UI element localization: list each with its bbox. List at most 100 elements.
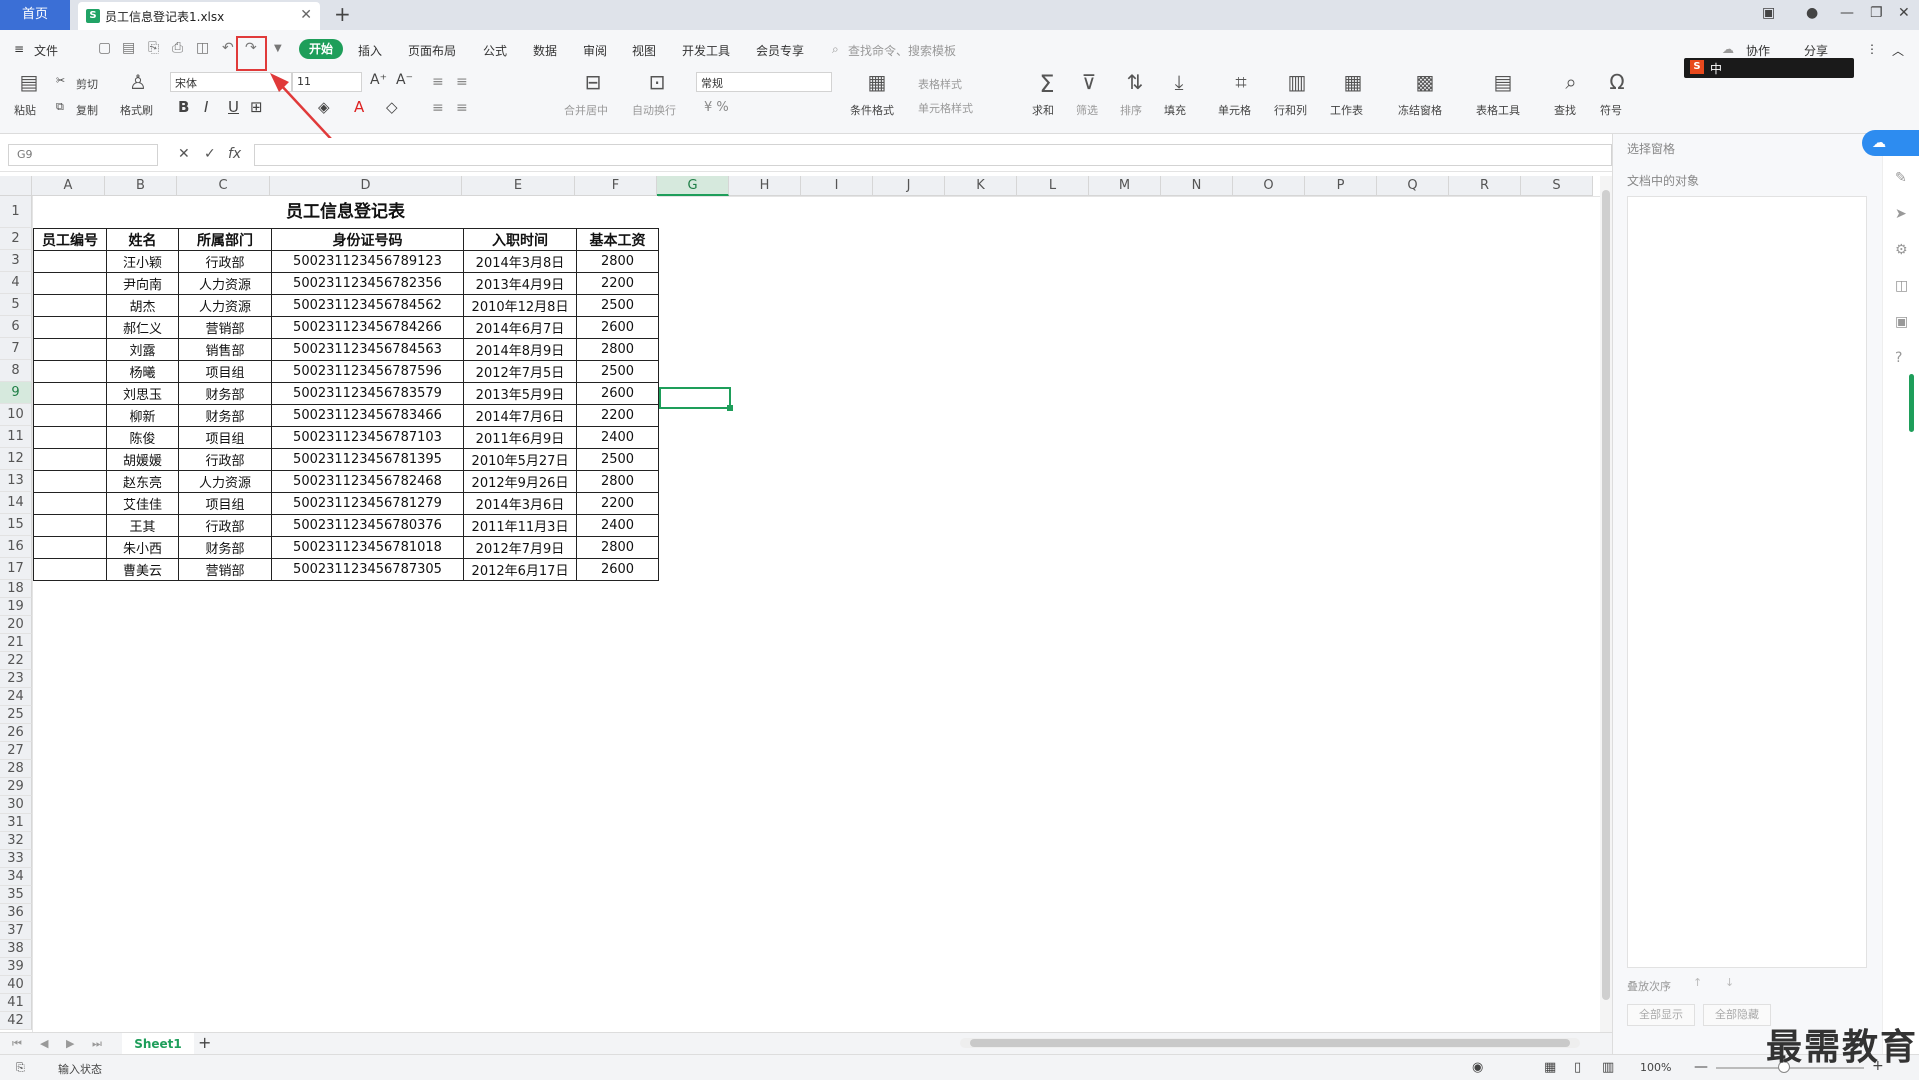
cut-button[interactable]: 剪切 xyxy=(76,76,98,92)
table-cell[interactable] xyxy=(33,294,107,317)
merge-button[interactable]: 合并居中 xyxy=(564,102,608,118)
table-cell[interactable]: 刘露 xyxy=(106,338,179,361)
table-cell[interactable] xyxy=(33,338,107,361)
column-header-l[interactable]: L xyxy=(1017,176,1089,196)
paste-button[interactable]: 粘贴 xyxy=(14,102,36,118)
row-header-29[interactable]: 29 xyxy=(0,778,32,796)
header-cell[interactable]: 基本工资 xyxy=(576,228,659,251)
symbol-icon[interactable]: Ω xyxy=(1602,70,1632,94)
show-all-button[interactable]: 全部显示 xyxy=(1627,1004,1695,1026)
header-cell[interactable]: 所属部门 xyxy=(178,228,272,251)
table-cell[interactable] xyxy=(33,272,107,295)
table-cell[interactable]: 2014年7月6日 xyxy=(463,404,577,427)
export-icon[interactable]: ⎘ xyxy=(148,40,159,56)
row-header-41[interactable]: 41 xyxy=(0,994,32,1012)
table-cell[interactable]: 2400 xyxy=(576,514,659,537)
row-header-7[interactable]: 7 xyxy=(0,338,32,360)
employee-table[interactable]: 员工编号 姓名 所属部门 身份证号码 入职时间 基本工资 汪小颖 行政部 5002311234… xyxy=(33,228,659,581)
table-cell[interactable]: 销售部 xyxy=(178,338,272,361)
table-cell[interactable] xyxy=(33,470,107,493)
column-header-k[interactable]: K xyxy=(945,176,1017,196)
row-header-26[interactable]: 26 xyxy=(0,724,32,742)
table-cell[interactable] xyxy=(33,382,107,405)
vertical-scroll-thumb[interactable] xyxy=(1602,190,1610,1000)
column-header-r[interactable]: R xyxy=(1449,176,1521,196)
formula-input[interactable] xyxy=(254,144,1612,166)
table-cell[interactable]: 人力资源 xyxy=(178,470,272,493)
row-header-10[interactable]: 10 xyxy=(0,404,32,426)
objects-list[interactable] xyxy=(1627,196,1867,968)
table-cell[interactable]: 2600 xyxy=(576,558,659,581)
table-cell[interactable]: 尹向南 xyxy=(106,272,179,295)
minimize-icon[interactable]: — xyxy=(1840,5,1854,21)
table-cell[interactable]: 营销部 xyxy=(178,558,272,581)
table-cell[interactable] xyxy=(33,426,107,449)
sum-button[interactable]: 求和 xyxy=(1032,102,1054,118)
new-tab-button[interactable]: + xyxy=(334,2,351,26)
close-icon[interactable]: ✕ xyxy=(300,7,312,23)
freeze-icon[interactable]: ▩ xyxy=(1410,70,1440,94)
print-icon[interactable]: ⎙ xyxy=(172,40,183,56)
copy-button[interactable]: 复制 xyxy=(76,102,98,118)
table-cell[interactable]: 2600 xyxy=(576,316,659,339)
table-cell[interactable]: 2500 xyxy=(576,294,659,317)
table-cell[interactable]: 朱小西 xyxy=(106,536,179,559)
zoom-level[interactable]: 100% xyxy=(1640,1061,1671,1074)
tab-member[interactable]: 会员专享 xyxy=(756,42,804,59)
table-cell[interactable] xyxy=(33,250,107,273)
column-header-g[interactable]: G xyxy=(657,176,729,196)
tab-view[interactable]: 视图 xyxy=(632,42,656,59)
row-header-37[interactable]: 37 xyxy=(0,922,32,940)
table-cell[interactable]: 行政部 xyxy=(178,448,272,471)
table-cell[interactable]: 2013年5月9日 xyxy=(463,382,577,405)
search-icon[interactable]: ⌕ xyxy=(832,42,839,57)
table-cell[interactable]: 2012年7月9日 xyxy=(463,536,577,559)
header-cell[interactable]: 身份证号码 xyxy=(271,228,464,251)
next-sheet-icon[interactable]: ▶ xyxy=(66,1037,74,1050)
settings-icon[interactable]: ⚙ xyxy=(1895,242,1908,258)
home-tab[interactable]: 首页 xyxy=(0,0,70,30)
table-cell[interactable]: 营销部 xyxy=(178,316,272,339)
column-header-c[interactable]: C xyxy=(177,176,270,196)
table-cell[interactable]: 2400 xyxy=(576,426,659,449)
table-cell[interactable]: 2600 xyxy=(576,382,659,405)
worksheet-icon[interactable]: ▦ xyxy=(1338,70,1368,94)
row-header-40[interactable]: 40 xyxy=(0,976,32,994)
column-header-i[interactable]: I xyxy=(801,176,873,196)
first-sheet-icon[interactable]: ⏮ xyxy=(12,1037,22,1051)
row-header-34[interactable]: 34 xyxy=(0,868,32,886)
table-cell[interactable]: 2011年11月3日 xyxy=(463,514,577,537)
fill-color-icon[interactable]: ◈ xyxy=(318,98,330,116)
row-header-25[interactable]: 25 xyxy=(0,706,32,724)
table-cell[interactable]: 2012年6月17日 xyxy=(463,558,577,581)
row-header-32[interactable]: 32 xyxy=(0,832,32,850)
column-header-q[interactable]: Q xyxy=(1377,176,1449,196)
eye-icon[interactable]: ◉ xyxy=(1472,1060,1483,1075)
tab-formulas[interactable]: 公式 xyxy=(483,42,507,59)
table-cell[interactable]: 项目组 xyxy=(178,492,272,515)
table-cell[interactable]: 胡杰 xyxy=(106,294,179,317)
sheet-tab-sheet1[interactable]: Sheet1 xyxy=(122,1033,194,1055)
table-cell[interactable]: 财务部 xyxy=(178,382,272,405)
row-header-3[interactable]: 3 xyxy=(0,250,32,272)
table-cell[interactable]: 王其 xyxy=(106,514,179,537)
help-icon[interactable]: ? xyxy=(1895,350,1902,366)
fill-icon[interactable]: ⤓ xyxy=(1164,70,1194,94)
filter-icon[interactable]: ⊽ xyxy=(1074,70,1104,94)
sheet-title[interactable]: 员工信息登记表 xyxy=(33,196,658,228)
row-header-39[interactable]: 39 xyxy=(0,958,32,976)
table-cell[interactable]: 行政部 xyxy=(178,250,272,273)
increase-font-icon[interactable]: A⁺ xyxy=(370,72,387,88)
move-down-icon[interactable]: ↓ xyxy=(1725,976,1734,989)
table-cell[interactable] xyxy=(33,558,107,581)
table-cell[interactable]: 2800 xyxy=(576,470,659,493)
column-header-m[interactable]: M xyxy=(1089,176,1161,196)
table-cell[interactable]: 500231123456784563 xyxy=(271,338,464,361)
sum-icon[interactable]: Σ xyxy=(1032,70,1062,98)
table-tool-icon[interactable]: ▤ xyxy=(1488,70,1518,94)
bold-button[interactable]: B xyxy=(178,98,189,116)
table-cell[interactable]: 500231123456784562 xyxy=(271,294,464,317)
table-cell[interactable]: 500231123456787596 xyxy=(271,360,464,383)
brush-icon[interactable]: ♙ xyxy=(124,70,152,94)
font-family-select[interactable]: 宋体 xyxy=(170,72,292,92)
